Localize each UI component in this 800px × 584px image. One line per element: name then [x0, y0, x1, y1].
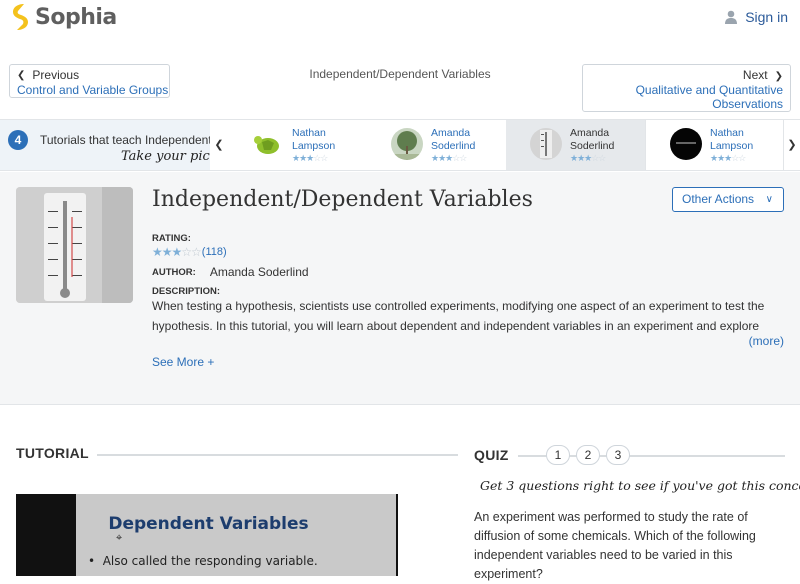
card-rating-stars: ★★★☆☆: [710, 153, 746, 163]
next-label: Next: [742, 68, 768, 82]
slide-bullet: • Also called the responding variable.: [88, 554, 318, 568]
previous-label: Previous: [32, 68, 80, 82]
see-more-link[interactable]: See More +: [152, 355, 214, 369]
card-rating-stars: ★★★☆☆: [570, 153, 606, 163]
sophia-logo[interactable]: Sophia: [10, 3, 117, 31]
rating-label: RATING:: [152, 233, 191, 244]
quiz-question-2[interactable]: 2: [576, 445, 600, 465]
dark-title-photo: [670, 128, 702, 160]
slide-bullet-text: Also called the responding variable.: [102, 554, 318, 568]
rating-row[interactable]: ★★★☆☆ (118): [152, 245, 227, 259]
previous-target: Control and Variable Groups: [17, 83, 169, 97]
thermometer-photo: [530, 128, 562, 160]
quiz-note: Get 3 questions right to see if you've g…: [480, 478, 800, 493]
quiz-question-text: An experiment was performed to study the…: [474, 510, 756, 581]
tutorial-hero: Independent/Dependent Variables Other Ac…: [0, 172, 800, 405]
strip-prev-arrow[interactable]: ❮: [210, 120, 228, 170]
card-author-last: Lampson: [292, 140, 336, 152]
chevron-right-icon: ❯: [787, 139, 797, 151]
tutorial-title: Independent/Dependent Variables: [152, 187, 533, 212]
tutorial-nav: ❮ Previous Control and Variable Groups In…: [0, 56, 800, 116]
description-text: When testing a hypothesis, scientists us…: [152, 299, 765, 333]
strip-next-arrow[interactable]: ❯: [784, 120, 800, 170]
sign-in-link[interactable]: Sign in: [725, 9, 788, 25]
other-actions-label: Other Actions: [682, 192, 755, 206]
author-row: AUTHOR: Amanda Soderlind: [152, 265, 309, 279]
tutorial-card[interactable]: Nathan Lampson ★★★☆☆: [646, 120, 784, 170]
card-author-first: Nathan: [292, 127, 326, 139]
card-author-first: Amanda: [570, 127, 610, 139]
card-author-first: Amanda: [431, 127, 471, 139]
quiz-question-3[interactable]: 3: [606, 445, 630, 465]
card-author-last: Soderlind: [570, 140, 615, 152]
take-your-pick-label: Take your pick:: [121, 149, 210, 164]
previous-button[interactable]: ❮ Previous Control and Variable Groups: [9, 64, 170, 98]
current-tutorial-title: Independent/Dependent Variables: [309, 67, 491, 81]
thermometer-photo: [16, 187, 133, 303]
other-actions-dropdown[interactable]: Other Actions ∨: [672, 187, 784, 212]
card-author-last: Soderlind: [431, 140, 476, 152]
chevron-right-icon: ❯: [774, 71, 783, 82]
card-rating-stars: ★★★☆☆: [431, 153, 467, 163]
tutorial-card[interactable]: Amanda Soderlind ★★★☆☆: [367, 120, 507, 170]
author-name: Amanda Soderlind: [209, 265, 309, 279]
more-link[interactable]: (more): [749, 334, 784, 348]
logo-text: Sophia: [35, 4, 117, 30]
turtle-icon: [252, 128, 284, 160]
chevron-left-icon: ❮: [17, 69, 26, 81]
user-icon: [725, 10, 738, 24]
quiz-question-1[interactable]: 1: [546, 445, 570, 465]
video-slide: Dependent Variables ⌖ • Also called the …: [76, 494, 396, 576]
tutorial-card-active[interactable]: Amanda Soderlind ★★★☆☆: [506, 120, 646, 170]
chevron-down-icon: ∨: [765, 194, 773, 205]
divider: [97, 454, 458, 456]
quiz-heading: QUIZ: [474, 447, 509, 463]
tree-photo: [391, 128, 423, 160]
author-label: AUTHOR:: [152, 267, 196, 278]
next-target-line1: Qualitative and Quantitative: [635, 83, 783, 97]
tutorial-card[interactable]: Nathan Lampson ★★★☆☆: [228, 120, 368, 170]
next-button[interactable]: Next ❯ Qualitative and Quantitative Observ…: [582, 64, 791, 112]
tutorials-count-label: Tutorials that teach Independent/Depende…: [40, 133, 210, 147]
card-author-last: Lampson: [710, 140, 754, 152]
sign-in-label: Sign in: [745, 9, 788, 25]
cursor-icon: ⌖: [116, 532, 123, 544]
tutorial-heading: TUTORIAL: [16, 445, 89, 461]
tutorials-strip: 4 Tutorials that teach Independent/Depen…: [0, 119, 800, 171]
card-author-first: Nathan: [710, 127, 744, 139]
card-rating-stars: ★★★☆☆: [292, 153, 328, 163]
rating-stars: ★★★☆☆: [152, 245, 202, 259]
sophia-logo-icon: [13, 4, 28, 30]
next-target-line2: Observations: [712, 97, 783, 111]
slide-title: Dependent Variables: [108, 514, 309, 534]
chevron-left-icon: ❮: [214, 139, 224, 151]
rating-count: (118): [201, 246, 227, 258]
top-bar: Sophia Sign in: [0, 0, 800, 36]
tutorials-count-panel: 4 Tutorials that teach Independent/Depen…: [0, 120, 210, 170]
video-player[interactable]: Dependent Variables ⌖ • Also called the …: [16, 494, 398, 576]
tutorial-count-badge: 4: [8, 130, 28, 150]
